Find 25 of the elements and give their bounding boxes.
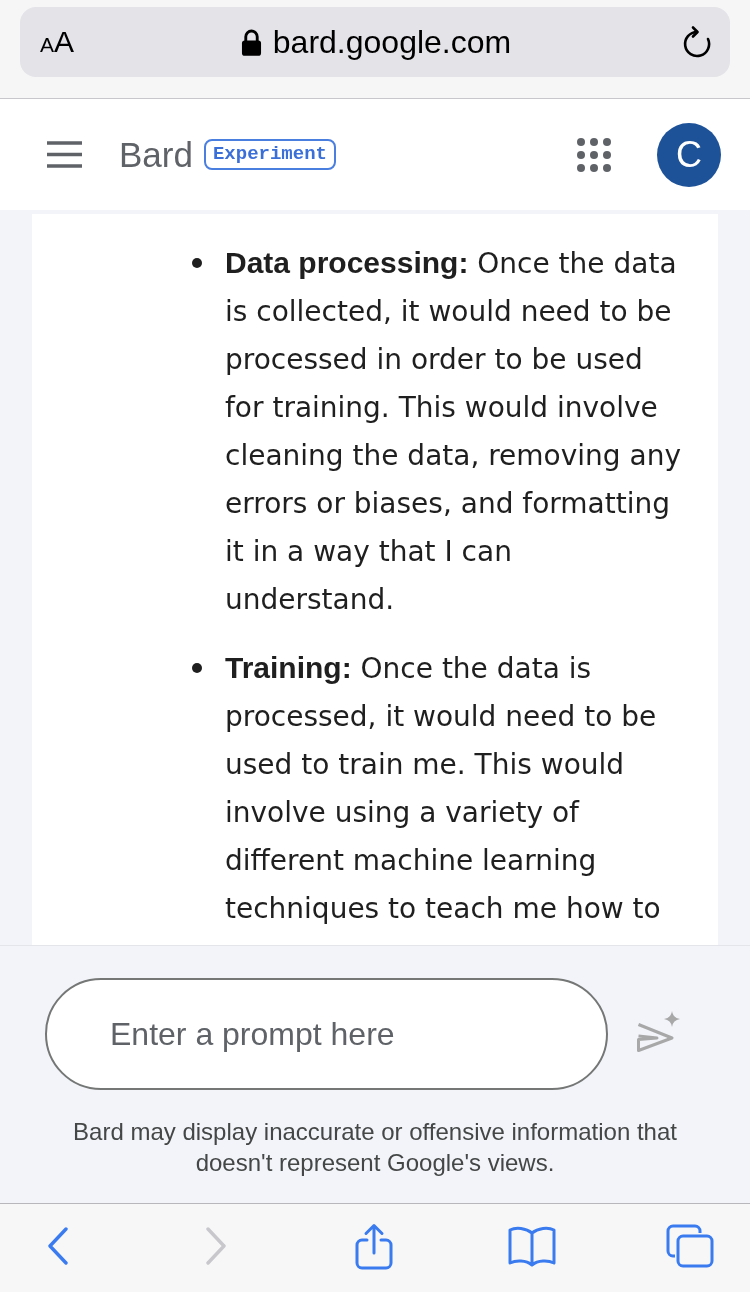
prompt-input[interactable]: Enter a prompt here [45,978,608,1090]
chevron-right-icon [205,1227,227,1265]
list-item-text: Training: Once the data is processed, it would need to be used to train me. This would involve using a variety of different machine learning techniques to teach me how to [225,650,662,927]
menu-icon [47,141,82,168]
text-size-button[interactable]: AA [40,27,75,57]
send-icon [635,1010,681,1052]
chevron-left-icon [47,1227,69,1265]
reload-button[interactable] [682,25,712,59]
bullet-icon [192,663,202,673]
menu-button[interactable] [47,141,82,168]
url-text: bard.google.com [272,23,512,61]
list-item-text: Data processing: Once the data is collected, it would need to be processed in order to be used for training. This would involve cleaning the data, removing any errors or biases, and formatting it in a way that I can understand. [225,245,682,618]
share-icon [355,1222,393,1270]
account-avatar[interactable]: C [657,122,721,187]
experiment-badge: Experiment [203,139,336,170]
apps-grid-icon [577,137,611,172]
reload-icon [682,25,712,59]
open-book-icon [508,1225,556,1267]
bullet-icon [192,258,202,268]
apps-button[interactable] [577,137,611,172]
tabs-icon [666,1224,714,1268]
address-bar[interactable]: AA bard.google.com [20,7,730,77]
app-title: Bard [119,137,193,172]
lock-icon [240,28,262,56]
disclaimer-text: Bard may display inaccurate or offensive information that doesn't represent Google's views. [72,1117,678,1178]
